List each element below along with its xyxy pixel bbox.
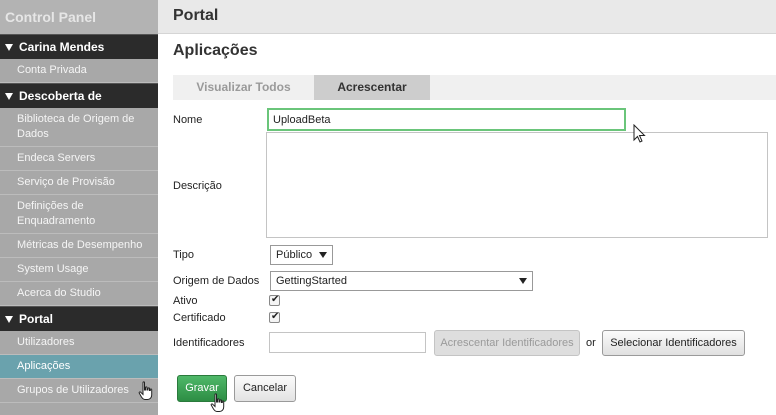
name-input[interactable] <box>267 108 626 131</box>
name-label: Nome <box>173 114 203 126</box>
caret-down-icon <box>519 278 527 284</box>
sidebar-item-acerca-studio[interactable]: Acerca do Studio <box>0 282 158 306</box>
sidebar-item-utilizadores[interactable]: Utilizadores <box>0 331 158 355</box>
sidebar-section-label: Portal <box>19 312 54 326</box>
tab-acrescentar[interactable]: Acrescentar <box>314 75 430 100</box>
sidebar-item-metricas-desempenho[interactable]: Métricas de Desempenho <box>0 234 158 258</box>
sidebar-item-endeca-servers[interactable]: Endeca Servers <box>0 147 158 171</box>
page-title: Aplicações <box>173 42 258 59</box>
header-title: Portal <box>158 0 776 34</box>
caret-down-icon <box>319 252 327 258</box>
hand-cursor-icon <box>210 393 225 412</box>
tab-visualizar-todos[interactable]: Visualizar Todos <box>173 75 314 100</box>
cancel-button[interactable]: Cancelar <box>234 375 296 402</box>
sidebar-item-servico-provisao[interactable]: Serviço de Provisão <box>0 171 158 195</box>
or-separator: or <box>586 337 596 349</box>
active-label: Ativo <box>173 295 198 307</box>
type-select-value: Público <box>276 249 313 261</box>
triangle-down-icon <box>5 44 13 51</box>
sidebar-item-grupos-utilizadores[interactable]: Grupos de Utilizadores <box>0 379 158 403</box>
sidebar-section-label: Descoberta de <box>19 89 102 103</box>
description-label: Descrição <box>173 180 222 192</box>
active-checkbox[interactable]: ✔ <box>269 294 280 306</box>
arrow-cursor-icon <box>633 124 646 143</box>
description-textarea[interactable] <box>266 132 768 238</box>
select-identifiers-button[interactable]: Selecionar Identificadores <box>602 330 745 356</box>
source-select-value: GettingStarted <box>276 275 347 287</box>
sidebar-title: Control Panel <box>0 0 158 34</box>
sidebar-section-descoberta[interactable]: Descoberta de <box>0 83 158 108</box>
type-label: Tipo <box>173 249 194 261</box>
sidebar: Control Panel Carina Mendes Conta Privad… <box>0 0 158 415</box>
sidebar-section-label: Carina Mendes <box>19 40 105 54</box>
sidebar-section-carina-mendes[interactable]: Carina Mendes <box>0 34 158 59</box>
add-identifiers-button[interactable]: Acrescentar Identificadores <box>434 330 580 356</box>
sidebar-item-definicoes-enquadramento[interactable]: Definições de Enquadramento <box>0 195 158 234</box>
certified-checkbox[interactable]: ✔ <box>269 311 280 323</box>
sidebar-item-biblioteca-origem-dados[interactable]: Biblioteca de Origem de Dados <box>0 108 158 147</box>
triangle-down-icon <box>5 93 13 100</box>
sidebar-item-system-usage[interactable]: System Usage <box>0 258 158 282</box>
identifiers-input[interactable] <box>269 332 426 353</box>
source-select[interactable]: GettingStarted <box>270 271 533 291</box>
triangle-down-icon <box>5 316 13 323</box>
certified-label: Certificado <box>173 312 226 324</box>
sidebar-section-portal[interactable]: Portal <box>0 306 158 331</box>
source-label: Origem de Dados <box>173 275 260 287</box>
tab-bar: Visualizar Todos Acrescentar <box>173 75 776 100</box>
sidebar-item-conta-privada[interactable]: Conta Privada <box>0 59 158 83</box>
type-select[interactable]: Público <box>270 245 333 265</box>
identifiers-label: Identificadores <box>173 337 245 349</box>
check-icon: ✔ <box>271 294 280 305</box>
sidebar-item-aplicacoes[interactable]: Aplicações <box>0 355 158 379</box>
hand-cursor-icon <box>138 381 153 400</box>
check-icon: ✔ <box>271 311 280 322</box>
main-content: Portal Aplicações Visualizar Todos Acres… <box>158 0 776 415</box>
